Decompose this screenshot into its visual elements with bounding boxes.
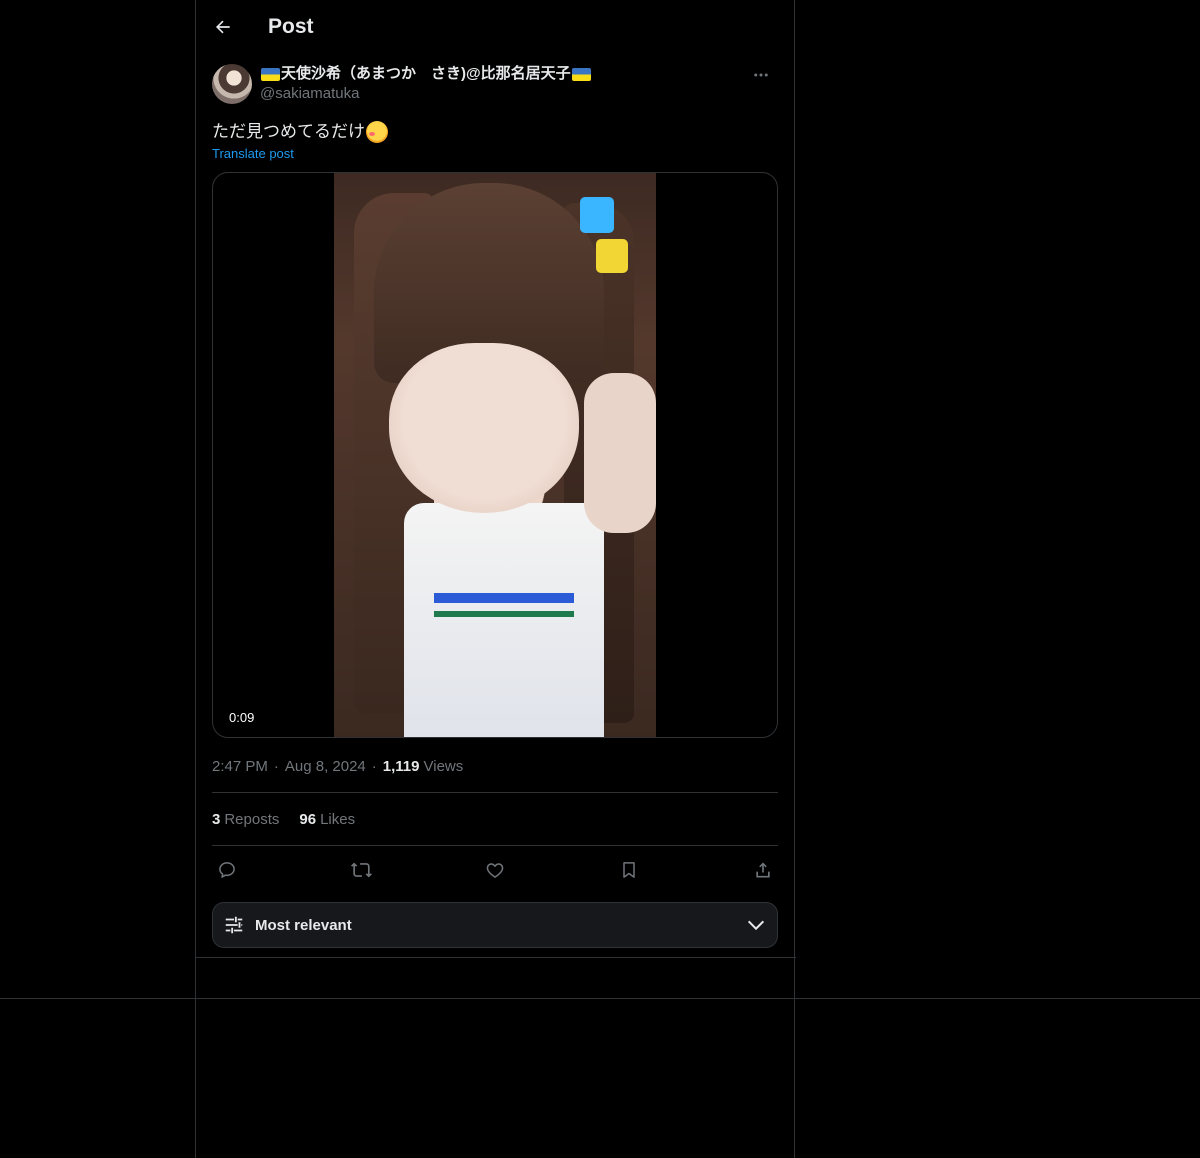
reposts-label: Reposts xyxy=(224,810,280,828)
reply-button[interactable] xyxy=(216,859,238,881)
video-thumbnail xyxy=(334,173,656,737)
like-button[interactable] xyxy=(484,859,506,881)
smiling-face-with-hearts-icon xyxy=(366,121,388,143)
reposts-count: 3 xyxy=(212,810,221,828)
share-button[interactable] xyxy=(752,859,774,881)
post-text: ただ見つめてるだけ xyxy=(212,120,778,144)
post-time[interactable]: 2:47 PM xyxy=(212,758,268,775)
post-date[interactable]: Aug 8, 2024 xyxy=(285,758,366,775)
back-button[interactable] xyxy=(206,10,240,44)
ukraine-flag-icon xyxy=(261,67,280,81)
avatar[interactable] xyxy=(212,64,252,104)
page: Post 天使沙希（あまつか さき)@比那名居天子 @sakiamatuka た… xyxy=(0,0,1200,1158)
display-name-text: 天使沙希（あまつか さき)@比那名居天子 xyxy=(281,65,571,82)
post-meta: 2:47 PM · Aug 8, 2024 · 1,119 Views xyxy=(212,756,778,776)
post: 天使沙希（あまつか さき)@比那名居天子 @sakiamatuka ただ見つめて… xyxy=(212,64,778,948)
display-name[interactable]: 天使沙希（あまつか さき)@比那名居天子 xyxy=(260,64,592,84)
views-count: 1,119 xyxy=(382,757,420,775)
post-stats: 3 Reposts 96 Likes xyxy=(212,793,778,845)
reply-icon xyxy=(217,860,237,880)
repost-icon xyxy=(350,859,372,881)
arrow-left-icon xyxy=(213,17,233,37)
translate-post-link[interactable]: Translate post xyxy=(212,146,294,161)
video-player[interactable]: 0:09 xyxy=(212,172,778,738)
author-names: 天使沙希（あまつか さき)@比那名居天子 @sakiamatuka xyxy=(260,64,592,104)
user-handle[interactable]: @sakiamatuka xyxy=(260,84,592,104)
action-bar xyxy=(212,846,778,894)
post-text-content: ただ見つめてるだけ xyxy=(212,122,365,141)
meta-separator: · xyxy=(371,757,377,775)
more-options-button[interactable] xyxy=(744,64,778,86)
likes-count: 96 xyxy=(299,810,317,828)
ukraine-flag-icon xyxy=(571,67,591,81)
reposts-stat[interactable]: 3 Reposts xyxy=(212,811,279,828)
chevron-down-icon xyxy=(745,914,767,936)
post-author: 天使沙希（あまつか さき)@比那名居天子 @sakiamatuka xyxy=(212,64,778,106)
sort-replies-dropdown[interactable]: Most relevant xyxy=(212,902,778,948)
video-duration: 0:09 xyxy=(223,708,261,727)
share-icon xyxy=(753,860,773,880)
page-header: Post xyxy=(196,0,796,54)
bookmark-icon xyxy=(619,860,639,880)
sort-label: Most relevant xyxy=(255,916,352,934)
sliders-icon xyxy=(223,914,245,936)
page-title: Post xyxy=(268,15,314,38)
meta-separator: · xyxy=(273,757,279,775)
bookmark-button[interactable] xyxy=(618,859,640,881)
views-label: Views xyxy=(423,757,464,775)
more-icon xyxy=(752,66,770,84)
heart-icon xyxy=(485,860,505,880)
column-divider xyxy=(196,957,796,958)
repost-button[interactable] xyxy=(350,859,372,881)
likes-stat[interactable]: 96 Likes xyxy=(299,811,355,828)
likes-label: Likes xyxy=(320,810,356,828)
main-column: Post 天使沙希（あまつか さき)@比那名居天子 @sakiamatuka た… xyxy=(195,0,796,1158)
